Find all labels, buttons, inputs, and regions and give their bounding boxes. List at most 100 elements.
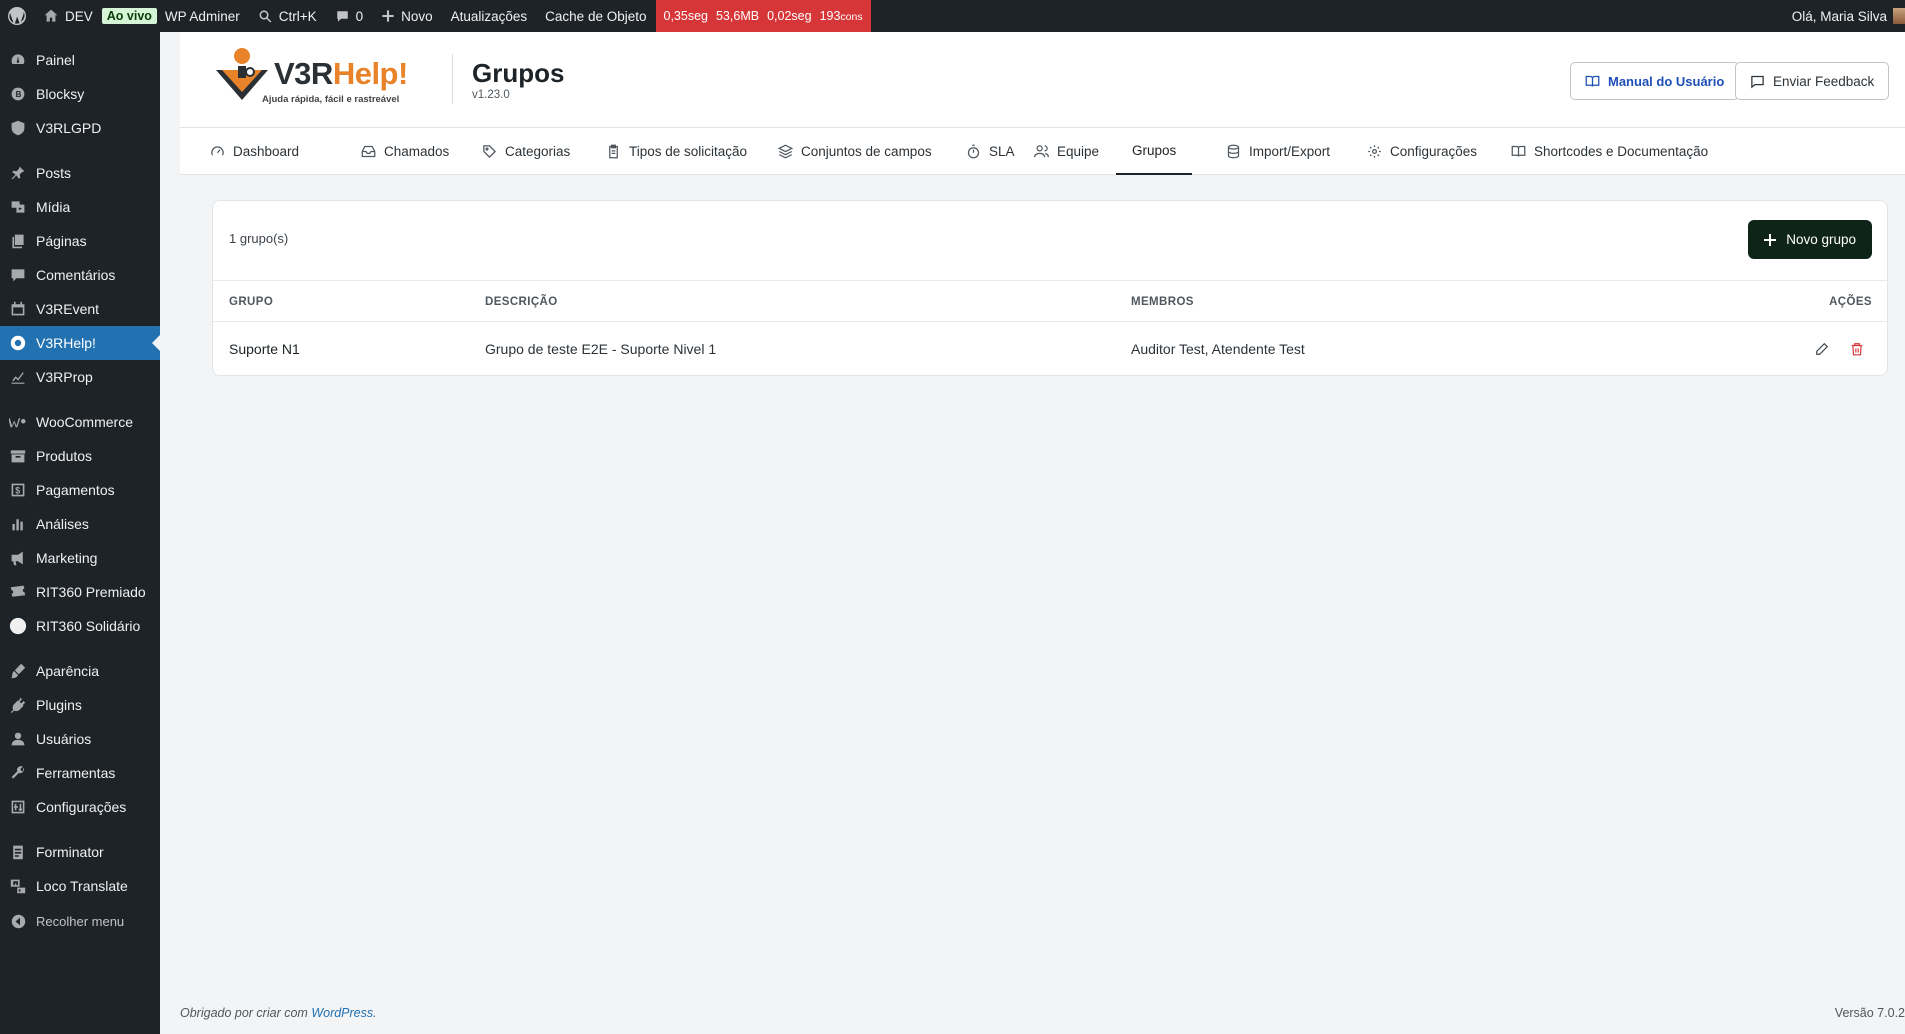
svg-text:$: $ <box>15 486 20 496</box>
footer-thanks-text: Obrigado por criar com <box>180 1006 312 1020</box>
sidebar-item-midia[interactable]: Mídia <box>0 190 160 224</box>
tab-conjuntos-de-campos[interactable]: Conjuntos de campos <box>762 128 948 175</box>
v3rhelp-logo: V3RHelp! Ajuda rápida, fácil e rastreáve… <box>212 48 432 108</box>
my-account-menu[interactable]: Olá, Maria Silva <box>1792 0 1905 32</box>
new-content-button[interactable]: Novo <box>372 0 442 32</box>
live-badge: Ao vivo <box>101 8 157 24</box>
wordpress-logo-button[interactable] <box>0 0 34 32</box>
sidebar-item-forminator[interactable]: Forminator <box>0 835 160 869</box>
message-square-icon <box>1751 75 1764 88</box>
sidebar-item-blocksy[interactable]: B Blocksy <box>0 77 160 111</box>
query-monitor-panel[interactable]: 0,35seg 53,6MB 0,02seg 193cons <box>655 0 871 32</box>
sidebar-item-marketing[interactable]: Marketing <box>0 541 160 575</box>
tab-label: Chamados <box>384 144 450 159</box>
tab-label: Grupos <box>1132 143 1177 158</box>
sidebar-item-label: V3RHelp! <box>36 335 96 351</box>
sidebar-item-usuarios[interactable]: Usuários <box>0 722 160 756</box>
header-divider <box>452 54 453 104</box>
wp-adminer-link[interactable]: WP Adminer <box>163 0 249 32</box>
tab-import-export[interactable]: Import/Export <box>1210 128 1346 175</box>
sidebar-item-analises[interactable]: Análises <box>0 507 160 541</box>
sidebar-item-label: RIT360 Solidário <box>36 618 141 634</box>
perf-memory: 53,6MB <box>715 9 760 23</box>
groups-table-header: GRUPO DESCRIÇÃO MEMBROS AÇÕES <box>213 280 1887 322</box>
tab-label: Conjuntos de campos <box>801 144 932 159</box>
edit-group-button[interactable] <box>1813 340 1831 358</box>
gear-icon <box>1368 145 1381 158</box>
tab-configuracoes[interactable]: Configurações <box>1351 128 1493 175</box>
sidebar-item-paginas[interactable]: Páginas <box>0 224 160 258</box>
circle-icon <box>0 617 36 635</box>
sidebar-item-plugins[interactable]: Plugins <box>0 688 160 722</box>
object-cache-link[interactable]: Cache de Objeto <box>536 0 655 32</box>
tab-chamados[interactable]: Chamados <box>345 128 465 175</box>
sidebar-item-rit360-premiado[interactable]: RIT360 Premiado <box>0 575 160 609</box>
send-feedback-button[interactable]: Enviar Feedback <box>1735 62 1890 100</box>
sidebar-item-aparencia[interactable]: Aparência <box>0 654 160 688</box>
wordpress-link[interactable]: WordPress <box>311 1006 373 1020</box>
tab-shortcodes-e-documentacao[interactable]: Shortcodes e Documentação <box>1495 128 1724 175</box>
updates-link[interactable]: Atualizações <box>442 0 537 32</box>
wordpress-version: Versão 7.0.2 <box>1834 1006 1905 1020</box>
site-name-link[interactable]: DEV <box>34 0 102 32</box>
sidebar-item-label: V3REvent <box>36 301 100 317</box>
sidebar-item-ferramentas[interactable]: Ferramentas <box>0 756 160 790</box>
sidebar-item-v3rprop[interactable]: V3RProp <box>0 360 160 394</box>
object-cache-label: Cache de Objeto <box>545 8 647 24</box>
sidebar-item-label: Painel <box>36 52 75 68</box>
sidebar-item-label: Produtos <box>36 448 93 464</box>
tab-dashboard[interactable]: Dashboard <box>194 128 315 175</box>
pin-icon <box>0 165 36 181</box>
sidebar-item-v3rhelp[interactable]: V3RHelp! <box>0 326 160 360</box>
trash-icon <box>1851 343 1863 356</box>
sidebar-item-produtos[interactable]: Produtos <box>0 439 160 473</box>
sidebar-item-label: V3RLGPD <box>36 120 102 136</box>
tab-tipos-de-solicitacao[interactable]: Tipos de solicitação <box>590 128 763 175</box>
sidebar-item-label: Marketing <box>36 550 98 566</box>
sidebar-item-woocommerce[interactable]: WooCommerce <box>0 405 160 439</box>
collapse-menu-button[interactable]: Recolher menu <box>0 904 160 938</box>
translate-icon <box>0 878 36 894</box>
updates-label: Atualizações <box>450 8 528 24</box>
timer-icon <box>967 144 980 159</box>
delete-group-button[interactable] <box>1848 340 1866 358</box>
sidebar-item-comentarios[interactable]: Comentários <box>0 258 160 292</box>
command-search-button[interactable]: Ctrl+K <box>249 0 326 32</box>
new-group-label: Novo grupo <box>1786 232 1856 247</box>
sidebar-item-v3revent[interactable]: V3REvent <box>0 292 160 326</box>
sidebar-item-v3rlgpd[interactable]: V3RLGPD <box>0 111 160 145</box>
sidebar-item-loco-translate[interactable]: Loco Translate <box>0 869 160 903</box>
tab-label: SLA <box>989 144 1015 159</box>
clipboard-icon <box>609 144 618 159</box>
wordpress-icon <box>8 7 26 25</box>
media-icon <box>0 199 36 215</box>
sidebar-item-posts[interactable]: Posts <box>0 156 160 190</box>
logo-v3r: V3R <box>274 56 333 91</box>
sidebar-item-label: Páginas <box>36 233 87 249</box>
user-manual-button[interactable]: Manual do Usuário <box>1570 62 1740 100</box>
tab-label: Shortcodes e Documentação <box>1534 144 1709 159</box>
new-group-button[interactable]: Novo grupo <box>1748 220 1872 259</box>
svg-text:B: B <box>16 90 22 99</box>
perf-time: 0,35seg <box>663 9 708 23</box>
comments-link[interactable]: 0 <box>326 0 373 32</box>
sidebar-item-label: Pagamentos <box>36 482 115 498</box>
tab-categorias[interactable]: Categorias <box>466 128 586 175</box>
gauge-icon <box>211 146 224 156</box>
groups-card: 1 grupo(s) Novo grupo GRUPO DESCRIÇÃO ME… <box>212 200 1888 376</box>
tab-equipe[interactable]: Equipe <box>1018 128 1115 175</box>
sidebar-item-label: Posts <box>36 165 72 181</box>
calendar-icon <box>0 301 36 317</box>
sidebar-item-rit360-solidario[interactable]: RIT360 Solidário <box>0 609 160 643</box>
sidebar-item-configuracoes[interactable]: Configurações <box>0 790 160 824</box>
new-label: Novo <box>401 8 433 24</box>
inbox-icon <box>361 145 376 158</box>
sidebar-item-painel[interactable]: Painel <box>0 43 160 77</box>
tab-grupos[interactable]: Grupos <box>1116 128 1193 175</box>
site-name: DEV <box>65 8 93 24</box>
book-open-icon <box>1585 75 1600 87</box>
admin-bar: DEV Ao vivo WP Adminer Ctrl+K 0 Novo Atu… <box>0 0 1905 32</box>
sidebar-item-pagamentos[interactable]: $ Pagamentos <box>0 473 160 507</box>
layers-icon <box>778 144 793 159</box>
tab-label: Configurações <box>1390 144 1478 159</box>
